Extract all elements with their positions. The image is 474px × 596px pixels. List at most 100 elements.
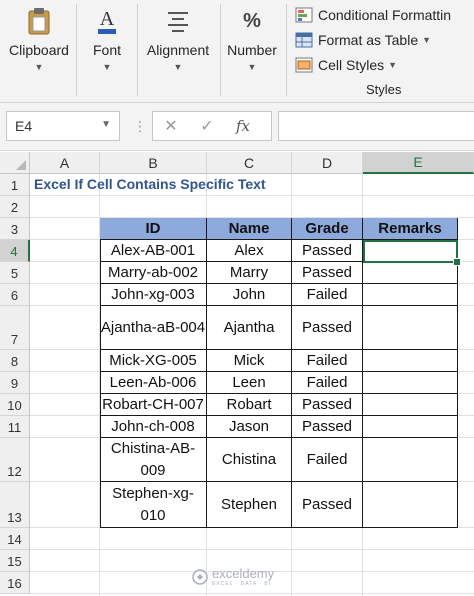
row-header-4[interactable]: 4 — [0, 240, 30, 262]
table-cell-remarks[interactable] — [363, 306, 458, 350]
table-cell-name[interactable]: Alex — [207, 240, 292, 262]
row-header-12[interactable]: 12 — [0, 438, 30, 482]
gridline — [30, 593, 474, 594]
alignment-label: Alignment — [146, 42, 210, 58]
name-box-value: E4 — [15, 118, 33, 134]
name-box[interactable]: E4 ▼ — [6, 111, 120, 141]
table-cell-name[interactable]: Stephen — [207, 482, 292, 528]
table-cell-name[interactable]: Marry — [207, 262, 292, 284]
table-cell-grade[interactable]: Failed — [292, 284, 363, 306]
row-header-10[interactable]: 10 — [0, 394, 30, 416]
column-header-c[interactable]: C — [207, 152, 292, 174]
table-cell-name[interactable]: Chistina — [207, 438, 292, 482]
formula-input[interactable] — [278, 111, 474, 141]
cancel-icon[interactable]: ✕ — [153, 116, 189, 136]
clipboard-group[interactable]: Clipboard ▼ — [8, 0, 70, 100]
table-cell-grade[interactable]: Passed — [292, 306, 363, 350]
format-as-table-label: Format as Table — [318, 32, 419, 48]
sheet-title[interactable]: Excel If Cell Contains Specific Text — [34, 176, 266, 192]
more-options-icon[interactable]: ⋮ — [133, 118, 147, 135]
table-cell-name[interactable]: Jason — [207, 416, 292, 438]
table-cell-id[interactable]: John-xg-003 — [100, 284, 207, 306]
table-cell-id[interactable]: Stephen-xg-010 — [100, 482, 207, 528]
table-cell-grade[interactable]: Passed — [292, 416, 363, 438]
active-cell-selection[interactable] — [363, 240, 461, 266]
alignment-group[interactable]: Alignment ▼ — [144, 0, 212, 100]
row-header-8[interactable]: 8 — [0, 350, 30, 372]
table-cell-remarks[interactable] — [363, 394, 458, 416]
table-cell-grade[interactable]: Failed — [292, 438, 363, 482]
watermark: exceldemy EXCEL · DATA · BI — [192, 566, 274, 587]
table-cell-grade[interactable]: Failed — [292, 372, 363, 394]
conditional-formatting-button[interactable]: Conditional Formattin — [294, 4, 451, 26]
watermark-name: exceldemy — [212, 566, 275, 581]
table-cell-remarks[interactable] — [363, 350, 458, 372]
table-cell-id[interactable]: Alex-AB-001 — [100, 240, 207, 262]
table-cell-remarks[interactable] — [363, 416, 458, 438]
column-header-b[interactable]: B — [100, 152, 207, 174]
row-header-2[interactable]: 2 — [0, 196, 30, 218]
row-header-3[interactable]: 3 — [0, 218, 30, 240]
table-cell-remarks[interactable] — [363, 438, 458, 482]
number-label: Number — [227, 42, 277, 58]
row-header-16[interactable]: 16 — [0, 572, 30, 594]
table-cell-name[interactable]: John — [207, 284, 292, 306]
table-cell-grade[interactable]: Passed — [292, 240, 363, 262]
row-header-15[interactable]: 15 — [0, 550, 30, 572]
column-header-a[interactable]: A — [30, 152, 100, 174]
table-cell-id[interactable]: Leen-Ab-006 — [100, 372, 207, 394]
table-header-cell[interactable]: ID — [100, 218, 207, 240]
insert-function-button[interactable]: fx — [225, 117, 261, 135]
enter-icon[interactable]: ✓ — [189, 116, 225, 136]
table-cell-id[interactable]: Mick-XG-005 — [100, 350, 207, 372]
column-header-e[interactable]: E — [363, 152, 474, 174]
chevron-down-icon: ▼ — [34, 62, 44, 72]
table-cell-grade[interactable]: Failed — [292, 350, 363, 372]
font-group[interactable]: A Font ▼ — [84, 0, 130, 100]
row-header-7[interactable]: 7 — [0, 306, 30, 350]
cell-styles-button[interactable]: Cell Styles ▼ — [294, 54, 397, 76]
number-group[interactable]: % Number ▼ — [224, 0, 280, 100]
table-cell-id[interactable]: Chistina-AB-009 — [100, 438, 207, 482]
table-cell-grade[interactable]: Passed — [292, 394, 363, 416]
row-header-11[interactable]: 11 — [0, 416, 30, 438]
column-header-d[interactable]: D — [292, 152, 363, 174]
chevron-down-icon[interactable]: ▼ — [101, 119, 111, 130]
exceldemy-logo-icon — [192, 568, 208, 585]
table-cell-name[interactable]: Ajantha — [207, 306, 292, 350]
format-as-table-button[interactable]: Format as Table ▼ — [294, 29, 431, 51]
select-all-button[interactable] — [0, 152, 30, 174]
row-header-6[interactable]: 6 — [0, 284, 30, 306]
clipboard-label: Clipboard — [9, 42, 69, 58]
styles-caption: Styles — [366, 82, 402, 97]
row-header-1[interactable]: 1 — [0, 174, 30, 196]
row-header-14[interactable]: 14 — [0, 528, 30, 550]
row-header-5[interactable]: 5 — [0, 262, 30, 284]
chevron-down-icon: ▼ — [102, 62, 112, 72]
conditional-formatting-icon — [294, 6, 314, 24]
table-header-cell[interactable]: Grade — [292, 218, 363, 240]
chevron-down-icon: ▼ — [388, 60, 398, 70]
table-cell-remarks[interactable] — [363, 372, 458, 394]
format-as-table-icon — [294, 31, 314, 49]
table-cell-remarks[interactable] — [363, 284, 458, 306]
ribbon: Clipboard ▼ A Font ▼ Alignment ▼ % Numbe… — [0, 0, 474, 103]
table-header-cell[interactable]: Remarks — [363, 218, 458, 240]
table-cell-grade[interactable]: Passed — [292, 482, 363, 528]
table-cell-id[interactable]: Marry-ab-002 — [100, 262, 207, 284]
table-cell-grade[interactable]: Passed — [292, 262, 363, 284]
row-header-9[interactable]: 9 — [0, 372, 30, 394]
table-cell-id[interactable]: John-ch-008 — [100, 416, 207, 438]
table-cell-id[interactable]: Ajantha-aB-004 — [100, 306, 207, 350]
percent-icon: % — [243, 9, 261, 32]
table-cell-name[interactable]: Robart — [207, 394, 292, 416]
row-header-13[interactable]: 13 — [0, 482, 30, 528]
table-header-cell[interactable]: Name — [207, 218, 292, 240]
table-cell-remarks[interactable] — [363, 262, 458, 284]
chevron-down-icon: ▼ — [247, 62, 257, 72]
table-cell-id[interactable]: Robart-CH-007 — [100, 394, 207, 416]
watermark-tagline: EXCEL · DATA · BI — [212, 581, 272, 587]
table-cell-remarks[interactable] — [363, 482, 458, 528]
table-cell-name[interactable]: Leen — [207, 372, 292, 394]
table-cell-name[interactable]: Mick — [207, 350, 292, 372]
